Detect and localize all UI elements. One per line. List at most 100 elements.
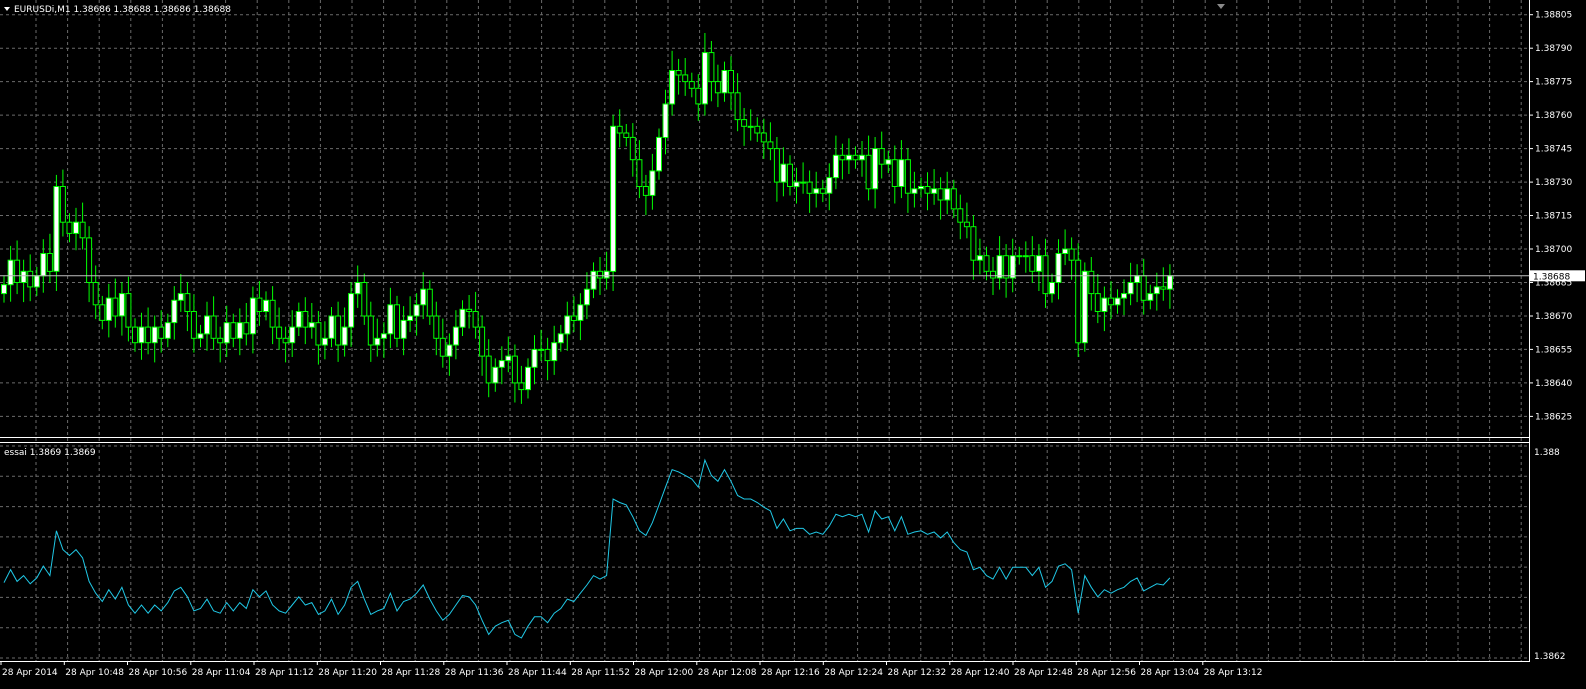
candle-body	[1088, 270, 1095, 295]
candle-body	[73, 221, 79, 234]
time-tick-label: 28 Apr 12:16	[761, 668, 820, 678]
candle-body	[1121, 293, 1127, 299]
candle-body	[485, 355, 492, 384]
candle-body	[433, 315, 440, 339]
candle-body	[773, 148, 780, 183]
candle-body	[380, 333, 387, 339]
candle-body	[1166, 275, 1173, 290]
time-tick-label: 28 Apr 12:48	[1014, 668, 1073, 678]
candle-body	[420, 288, 427, 306]
candle-body	[394, 304, 400, 339]
candle-body	[1029, 255, 1036, 272]
time-tick-label: 28 Apr 10:56	[129, 668, 188, 678]
candle-body	[826, 177, 833, 194]
time-tick-label: 28 Apr 12:08	[698, 668, 757, 678]
candle-body	[1108, 297, 1114, 306]
candle-body	[728, 70, 734, 94]
candle-body	[132, 326, 138, 344]
candle-body	[210, 315, 217, 339]
candle-body	[236, 322, 243, 339]
indicator-axis-bottom: 1.3862	[1534, 652, 1566, 662]
candle-body	[328, 315, 335, 339]
time-tick-label: 28 Apr 10:48	[65, 668, 124, 678]
time-tick-label: 28 Apr 11:44	[508, 668, 567, 678]
candle-body	[754, 125, 761, 134]
candle-body	[623, 132, 630, 138]
candle-body	[243, 322, 250, 335]
candle-body	[407, 315, 414, 321]
candle-body	[1147, 293, 1154, 301]
candle-body	[531, 348, 538, 368]
candle-body	[525, 366, 531, 391]
candle-body	[780, 163, 787, 183]
candle-body	[282, 337, 289, 344]
candle-body	[479, 326, 486, 357]
candle-body	[688, 81, 695, 89]
candle-body	[263, 299, 269, 312]
candle-body	[27, 270, 34, 288]
candle-body	[335, 315, 342, 346]
time-tick-label: 28 Apr 11:12	[255, 668, 314, 678]
candle-body	[269, 299, 276, 328]
candle-body	[1114, 297, 1121, 306]
candle-body	[439, 337, 446, 357]
candle-body	[361, 282, 368, 317]
candle-body	[367, 315, 374, 346]
candle-body	[983, 255, 990, 272]
time-tick-label: 28 Apr 2014	[2, 668, 58, 678]
candle-body	[1075, 259, 1082, 344]
candle-body	[865, 154, 872, 190]
time-tick-label: 28 Apr 13:12	[1204, 668, 1263, 678]
candle-body	[1035, 255, 1042, 272]
candle-body	[446, 344, 453, 357]
candle-body	[924, 186, 931, 194]
candle-body	[656, 136, 662, 172]
candle-body	[1055, 253, 1062, 283]
candle-body	[164, 322, 171, 339]
candle-body	[898, 159, 905, 187]
candle-body	[348, 293, 355, 328]
candle-body	[204, 315, 210, 335]
candle-body	[1049, 282, 1055, 295]
candle-body	[787, 163, 793, 187]
candle-body	[223, 322, 230, 344]
candle-body	[276, 326, 283, 339]
chart-background	[0, 0, 1586, 689]
candle-body	[472, 311, 479, 328]
candle-body	[46, 253, 53, 272]
candle-body	[544, 348, 551, 362]
candle-body	[33, 275, 40, 288]
current-price-marker: 1.38688	[1530, 270, 1585, 282]
price-tick-label: 1.38745	[1535, 145, 1572, 155]
candle-body	[452, 326, 459, 346]
candle-body	[976, 255, 983, 261]
candle-body	[852, 154, 859, 161]
candle-body	[832, 154, 839, 179]
time-tick-label: 28 Apr 11:52	[571, 668, 630, 678]
indicator-info-label: essai 1.3869 1.3869	[4, 448, 96, 458]
candle-body	[839, 154, 846, 161]
candle-body	[1101, 297, 1108, 313]
candle-body	[872, 148, 879, 190]
candle-body	[931, 188, 938, 194]
trading-chart[interactable]: 1.38805 1.38790 1.38775 1.38760 1.38745 1.387…	[0, 0, 1586, 689]
candle-body	[904, 159, 911, 194]
candle-body	[963, 221, 970, 228]
candle-body	[197, 333, 204, 339]
candle-body	[1022, 255, 1029, 258]
candle-body	[145, 326, 152, 344]
candle-body	[217, 337, 224, 344]
candle-body	[1134, 275, 1141, 283]
candle-body	[859, 154, 865, 161]
candle-body	[151, 326, 158, 344]
candle-body	[1127, 282, 1134, 295]
candle-body	[302, 311, 309, 328]
price-tick-label: 1.38760	[1535, 111, 1572, 121]
candle-body	[190, 311, 197, 339]
main-window-header[interactable]: EURUSDi,M1 1.38686 1.38688 1.38686 1.386…	[4, 5, 231, 15]
candle-body	[66, 221, 73, 234]
time-tick-label: 28 Apr 12:24	[824, 668, 883, 678]
price-tick-label: 1.38715	[1535, 212, 1572, 222]
candle-body	[616, 125, 623, 134]
candle-body	[354, 282, 361, 295]
